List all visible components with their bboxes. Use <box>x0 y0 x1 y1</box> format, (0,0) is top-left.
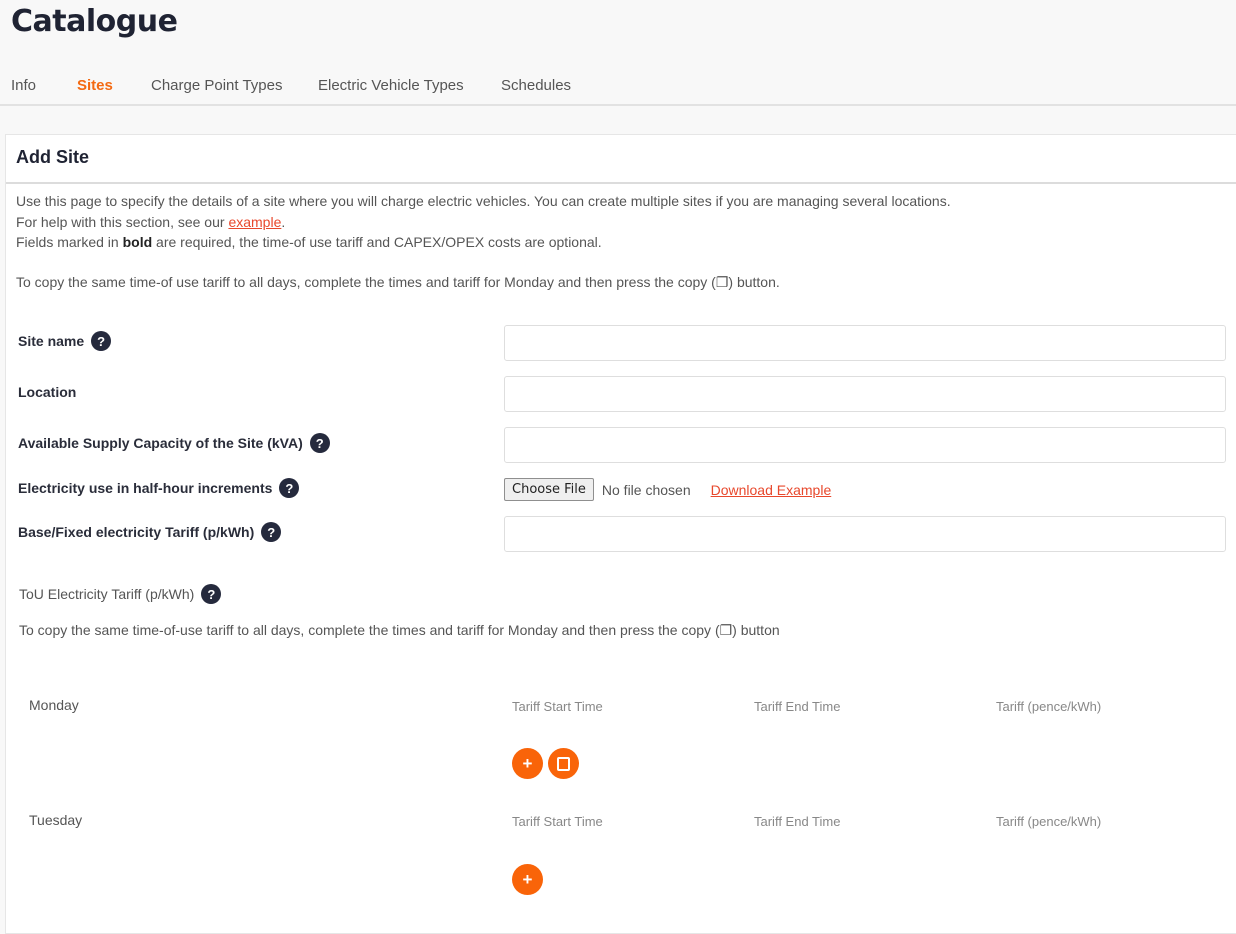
site-name-label-text: Site name <box>18 333 85 349</box>
intro-line-1: Use this page to specify the details of … <box>16 193 951 209</box>
question-circle-icon[interactable]: ? <box>279 478 300 498</box>
tab-schedules[interactable]: Schedules <box>501 77 571 94</box>
question-circle-icon[interactable]: ? <box>261 522 282 542</box>
copy-tariff-button[interactable] <box>548 748 579 779</box>
location-label-text: Location <box>18 384 77 400</box>
copy-note: To copy the same time-of use tariff to a… <box>16 274 780 290</box>
tou-tariff-label-text: ToU Electricity Tariff (p/kWh) <box>19 586 195 602</box>
intro-required-prefix: Fields marked in <box>16 234 123 250</box>
page-title: Catalogue <box>11 4 178 39</box>
plus-icon: + <box>522 870 533 889</box>
intro-help-suffix: . <box>281 213 286 230</box>
copy-icon <box>557 756 570 771</box>
base-tariff-input[interactable] <box>504 516 1226 552</box>
tab-bar: Info Sites Charge Point Types Electric V… <box>0 70 1236 106</box>
supply-capacity-label-text: Available Supply Capacity of the Site (k… <box>18 435 303 451</box>
download-example-link[interactable]: Download Example <box>711 482 832 498</box>
electricity-use-label-text: Electricity use in half-hour increments <box>18 480 273 496</box>
intro-text: Use this page to specify the details of … <box>16 191 951 253</box>
example-link[interactable]: example <box>228 214 281 230</box>
choose-file-button[interactable]: Choose File <box>504 478 594 501</box>
card-header: Add Site <box>6 135 1236 184</box>
column-header-start-time: Tariff Start Time <box>512 699 603 714</box>
site-name-input[interactable] <box>504 325 1226 361</box>
question-circle-icon[interactable]: ? <box>309 433 330 453</box>
column-header-tariff: Tariff (pence/kWh) <box>996 699 1102 714</box>
tab-charge-point-types[interactable]: Charge Point Types <box>151 77 282 94</box>
question-circle-icon[interactable]: ? <box>91 331 112 351</box>
add-tariff-button[interactable]: + <box>512 864 543 895</box>
supply-capacity-input[interactable] <box>504 427 1226 463</box>
question-circle-icon[interactable]: ? <box>201 584 222 604</box>
intro-bold-word: bold <box>122 234 153 250</box>
card-title: Add Site <box>16 147 90 167</box>
file-status: No file chosen <box>601 481 691 498</box>
intro-required-suffix: are required, the time-of use tariff and… <box>152 234 602 250</box>
column-header-tariff: Tariff (pence/kWh) <box>996 814 1102 829</box>
base-tariff-label-text: Base/Fixed electricity Tariff (p/kWh) <box>18 524 255 540</box>
tab-sites[interactable]: Sites <box>77 77 113 94</box>
base-tariff-label: Base/Fixed electricity Tariff (p/kWh) ? <box>18 522 282 542</box>
column-header-end-time: Tariff End Time <box>754 814 841 829</box>
plus-icon: + <box>522 754 533 773</box>
intro-line-3: Fields marked in bold are required, the … <box>16 232 951 253</box>
add-tariff-button[interactable]: + <box>512 748 543 779</box>
day-label: Monday <box>29 697 79 713</box>
intro-line-2: For help with this section, see our exam… <box>16 212 951 233</box>
site-name-label: Site name ? <box>18 331 112 351</box>
tab-electric-vehicle-types[interactable]: Electric Vehicle Types <box>318 77 464 94</box>
column-header-start-time: Tariff Start Time <box>512 814 603 829</box>
supply-capacity-label: Available Supply Capacity of the Site (k… <box>18 433 330 453</box>
column-header-end-time: Tariff End Time <box>754 699 841 714</box>
electricity-use-file-picker: Choose File No file chosen Download Exam… <box>504 478 831 501</box>
tou-copy-note: To copy the same time-of-use tariff to a… <box>19 622 780 638</box>
electricity-use-label: Electricity use in half-hour increments … <box>18 478 300 498</box>
intro-help-prefix: For help with this section, see our <box>16 213 229 230</box>
day-label: Tuesday <box>29 812 83 828</box>
tou-tariff-label: ToU Electricity Tariff (p/kWh) ? <box>19 584 222 604</box>
add-site-card: Add Site Use this page to specify the de… <box>5 134 1236 934</box>
location-label: Location <box>18 384 76 400</box>
location-input[interactable] <box>504 376 1226 412</box>
tab-info[interactable]: Info <box>11 77 36 94</box>
